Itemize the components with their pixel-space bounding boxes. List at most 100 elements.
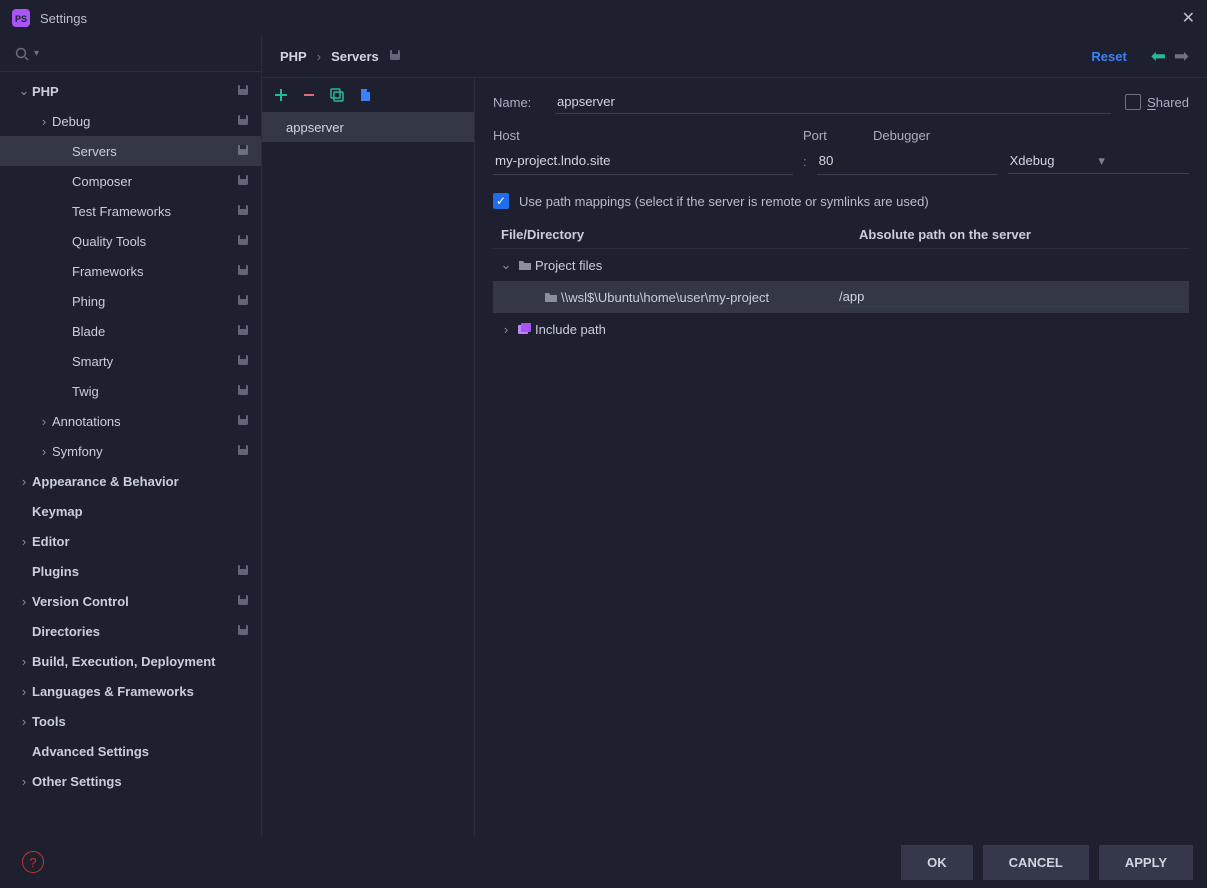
sidebar-item-composer[interactable]: Composer (0, 166, 261, 196)
sidebar-item-label: Tools (32, 714, 251, 729)
sidebar-item-languages-frameworks[interactable]: ›Languages & Frameworks (0, 676, 261, 706)
add-button[interactable] (274, 88, 288, 102)
server-list-column: appserver (262, 78, 475, 836)
shared-checkbox[interactable] (1125, 94, 1141, 110)
sidebar-item-directories[interactable]: Directories (0, 616, 261, 646)
sidebar-item-plugins[interactable]: Plugins (0, 556, 261, 586)
save-icon (237, 114, 251, 128)
shared-label: Shared (1147, 95, 1189, 110)
port-field[interactable] (817, 147, 998, 175)
breadcrumb-root[interactable]: PHP (280, 49, 307, 64)
titlebar: PS Settings ✕ (0, 0, 1207, 36)
apply-button[interactable]: APPLY (1099, 845, 1193, 880)
search-dropdown-icon: ▾ (34, 48, 39, 59)
import-button[interactable] (358, 88, 372, 102)
sidebar-item-label: Quality Tools (72, 234, 237, 249)
sidebar-item-phing[interactable]: Phing (0, 286, 261, 316)
sidebar-item-annotations[interactable]: ›Annotations (0, 406, 261, 436)
chevron-down-icon: ⌄ (16, 83, 32, 99)
settings-sidebar: ▾ ⌄PHP›DebugServersComposerTest Framewor… (0, 36, 262, 836)
save-icon (389, 49, 401, 64)
app-icon: PS (12, 9, 30, 27)
save-icon (237, 564, 251, 578)
cancel-button[interactable]: CANCEL (983, 845, 1089, 880)
ok-button[interactable]: OK (901, 845, 973, 880)
save-icon (237, 84, 251, 98)
save-icon (237, 624, 251, 638)
help-icon[interactable]: ? (22, 851, 44, 873)
debugger-value: Xdebug (1010, 153, 1099, 168)
sidebar-item-appearance-behavior[interactable]: ›Appearance & Behavior (0, 466, 261, 496)
save-icon (237, 204, 251, 218)
sidebar-item-label: Annotations (52, 414, 237, 429)
save-icon (237, 594, 251, 608)
server-name: appserver (286, 120, 344, 135)
sidebar-item-label: Languages & Frameworks (32, 684, 251, 699)
host-field[interactable] (493, 147, 793, 175)
save-icon (237, 264, 251, 278)
sidebar-item-smarty[interactable]: Smarty (0, 346, 261, 376)
sidebar-item-tools[interactable]: ›Tools (0, 706, 261, 736)
sidebar-item-label: Smarty (72, 354, 237, 369)
include-path-row[interactable]: › Include path (493, 313, 1189, 345)
chevron-down-icon: ⌄ (497, 257, 515, 273)
save-icon (237, 234, 251, 248)
server-form: Name: appserver Shared Host Port Debugge… (475, 78, 1207, 836)
remove-button[interactable] (302, 88, 316, 102)
sidebar-item-label: Phing (72, 294, 237, 309)
folder-icon (541, 291, 561, 303)
sidebar-item-label: Other Settings (32, 774, 251, 789)
sidebar-item-label: Version Control (32, 594, 237, 609)
window-title: Settings (40, 11, 1182, 26)
sidebar-item-debug[interactable]: ›Debug (0, 106, 261, 136)
sidebar-item-build-execution-deployment[interactable]: ›Build, Execution, Deployment (0, 646, 261, 676)
nav-back-icon[interactable]: ⬅ (1151, 46, 1166, 67)
search-row[interactable]: ▾ (0, 36, 261, 72)
sidebar-item-label: Directories (32, 624, 237, 639)
copy-button[interactable] (330, 88, 344, 102)
sidebar-item-label: Servers (72, 144, 237, 159)
sidebar-item-label: Keymap (32, 504, 251, 519)
sidebar-item-label: Debug (52, 114, 237, 129)
chevron-right-icon: › (16, 474, 32, 489)
sidebar-item-version-control[interactable]: ›Version Control (0, 586, 261, 616)
sidebar-item-symfony[interactable]: ›Symfony (0, 436, 261, 466)
sidebar-item-other-settings[interactable]: ›Other Settings (0, 766, 261, 796)
sidebar-item-label: Composer (72, 174, 237, 189)
sidebar-item-quality-tools[interactable]: Quality Tools (0, 226, 261, 256)
save-icon (237, 354, 251, 368)
save-icon (237, 384, 251, 398)
nav-forward-icon[interactable]: ➡ (1174, 46, 1189, 67)
chevron-right-icon: › (36, 444, 52, 459)
sidebar-item-label: Twig (72, 384, 237, 399)
sidebar-item-servers[interactable]: Servers (0, 136, 261, 166)
save-icon (237, 144, 251, 158)
sidebar-item-keymap[interactable]: Keymap (0, 496, 261, 526)
debugger-select[interactable]: Xdebug ▾ (1008, 149, 1189, 174)
folder-icon (515, 259, 535, 271)
sidebar-item-php[interactable]: ⌄PHP (0, 76, 261, 106)
close-icon[interactable]: ✕ (1182, 8, 1195, 28)
absolute-path-field[interactable]: /app (839, 287, 1185, 307)
sidebar-item-label: Editor (32, 534, 251, 549)
project-files-label: Project files (535, 258, 835, 273)
sidebar-item-frameworks[interactable]: Frameworks (0, 256, 261, 286)
mappings-header: File/Directory Absolute path on the serv… (493, 221, 1189, 249)
chevron-right-icon: › (36, 114, 52, 129)
name-field[interactable]: appserver (555, 90, 1111, 114)
save-icon (237, 444, 251, 458)
server-list-item[interactable]: appserver (262, 112, 474, 142)
sidebar-item-blade[interactable]: Blade (0, 316, 261, 346)
col-abs: Absolute path on the server (859, 227, 1181, 242)
project-files-row[interactable]: ⌄ Project files (493, 249, 1189, 281)
sidebar-item-advanced-settings[interactable]: Advanced Settings (0, 736, 261, 766)
sidebar-item-twig[interactable]: Twig (0, 376, 261, 406)
sidebar-item-test-frameworks[interactable]: Test Frameworks (0, 196, 261, 226)
path-mappings-checkbox[interactable]: ✓ (493, 193, 509, 209)
project-path: \\wsl$\Ubuntu\home\user\my-project (561, 290, 839, 305)
project-path-row[interactable]: \\wsl$\Ubuntu\home\user\my-project /app (493, 281, 1189, 313)
reset-button[interactable]: Reset (1091, 49, 1126, 64)
sidebar-item-editor[interactable]: ›Editor (0, 526, 261, 556)
debugger-label: Debugger (873, 128, 1189, 143)
port-label: Port (803, 128, 863, 143)
